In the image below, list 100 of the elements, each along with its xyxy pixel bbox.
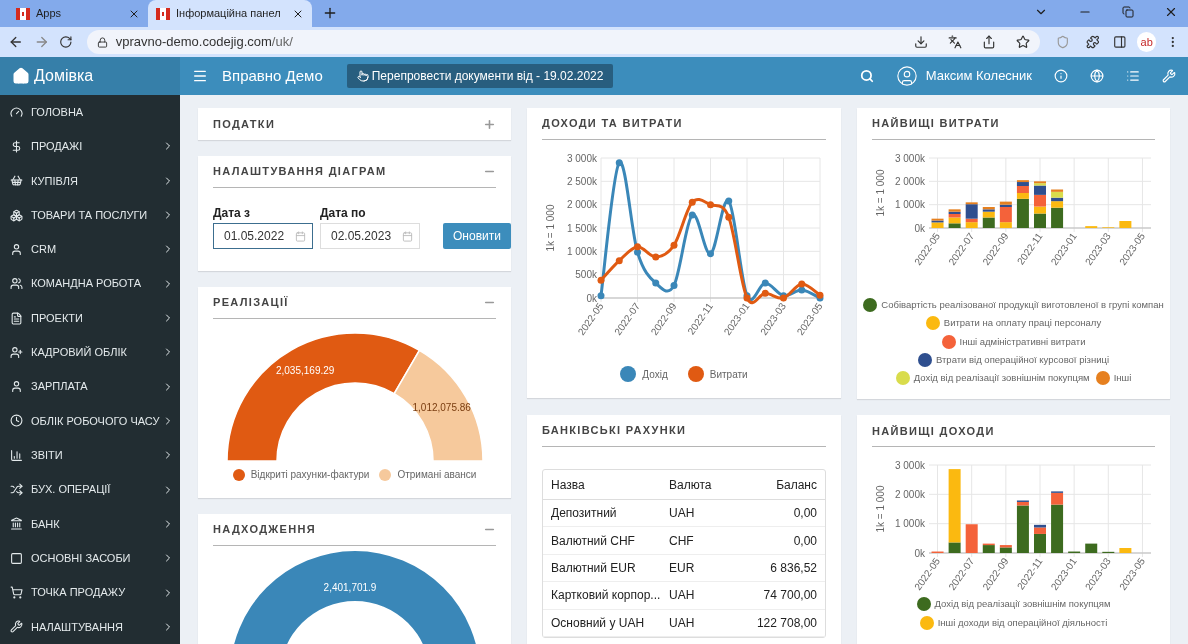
data-point bbox=[652, 279, 660, 287]
expand-icon[interactable] bbox=[483, 117, 496, 131]
axis-tick-label: 2 000k bbox=[894, 489, 925, 501]
menu-icon[interactable] bbox=[192, 68, 208, 84]
panel-title: ДОХОДИ ТА ВИТРАТИ bbox=[542, 116, 683, 132]
sidebar-item[interactable]: КУПІВЛЯ bbox=[0, 163, 180, 198]
axis-tick-label: 0k bbox=[586, 292, 597, 304]
sidebar-item[interactable]: ЗВІТИ bbox=[0, 438, 180, 473]
legend-label[interactable]: Інші адміністративні витрати bbox=[959, 334, 1086, 349]
table-cell-text: CHF bbox=[668, 532, 695, 550]
bar-chart-icon bbox=[10, 448, 23, 462]
sidebar-item[interactable]: ПРОДАЖІ bbox=[0, 129, 180, 164]
address-bar[interactable]: vpravno-demo.codejig.com/uk/ bbox=[86, 30, 1041, 54]
column-header[interactable]: Баланс bbox=[733, 475, 825, 494]
table-cell-text: 0,00 bbox=[792, 532, 818, 550]
column-header[interactable]: Валюта bbox=[663, 475, 733, 494]
profile-avatar[interactable]: ab bbox=[1136, 32, 1157, 52]
legend-label[interactable]: Відкриті рахунки-фактури bbox=[250, 467, 370, 482]
legend-label[interactable]: Дохід від реалізації зовнішнім покупцям bbox=[913, 371, 1090, 386]
axis-tick-label: 1 500k bbox=[566, 222, 597, 234]
legend-label[interactable]: Дохід від реалізації зовнішнім покупцям bbox=[934, 597, 1111, 612]
info-icon[interactable] bbox=[1054, 69, 1068, 83]
data-point bbox=[725, 197, 733, 205]
date-field[interactable]: 01.05.2022 bbox=[213, 223, 313, 249]
close-icon[interactable] bbox=[1164, 5, 1178, 19]
legend-label[interactable]: Інші bbox=[1113, 371, 1132, 386]
legend-label[interactable]: Втрати від операційної курсової різниці bbox=[936, 352, 1109, 367]
bar-segment bbox=[965, 524, 978, 554]
table-cell-text: 0,00 bbox=[792, 505, 818, 523]
brand-logo[interactable]: Домівка bbox=[0, 57, 180, 95]
sidebar-item[interactable]: ОСНОВНІ ЗАСОБИ bbox=[0, 541, 180, 576]
sidebar-item[interactable]: ТОЧКА ПРОДАЖУ bbox=[0, 575, 180, 610]
wrench-icon[interactable] bbox=[1162, 69, 1176, 83]
star-icon[interactable] bbox=[1016, 35, 1031, 49]
table-cell-text: Картковий корпор... bbox=[550, 587, 662, 605]
list-icon[interactable] bbox=[1126, 69, 1140, 83]
axis-tick-label: 3 000k bbox=[566, 152, 597, 164]
sidebar-item[interactable]: БУХ. ОПЕРАЦІЇ bbox=[0, 472, 180, 507]
date-field[interactable]: 02.05.2023 bbox=[320, 223, 420, 249]
reload-icon[interactable] bbox=[59, 35, 73, 49]
axis-tick-label: 1 000k bbox=[894, 518, 925, 530]
field-label: Дата по bbox=[320, 205, 367, 221]
boxes-icon bbox=[10, 208, 23, 222]
data-point bbox=[615, 257, 623, 265]
tab-title: Інформаційна панел bbox=[176, 6, 282, 22]
shield-icon[interactable] bbox=[1056, 35, 1070, 49]
data-point bbox=[597, 276, 605, 284]
browser-tab[interactable]: Інформаційна панел bbox=[148, 0, 312, 27]
axis-tick-label: 0k bbox=[913, 547, 925, 559]
flag-icon bbox=[156, 7, 170, 20]
dashboard-icon bbox=[10, 105, 23, 119]
bar-segment bbox=[931, 551, 944, 554]
side-panel-icon[interactable] bbox=[1113, 35, 1127, 49]
sidebar-item[interactable]: БАНК bbox=[0, 506, 180, 542]
table-cell-text: EUR bbox=[668, 559, 696, 577]
legend-label[interactable]: Інші доходи від операційної діяльності bbox=[937, 615, 1108, 630]
restore-icon[interactable] bbox=[1122, 6, 1134, 18]
user-name[interactable]: Максим Колесник bbox=[925, 66, 1032, 86]
axis-title: 1k = 1 000 bbox=[545, 204, 556, 252]
data-point bbox=[761, 279, 769, 287]
share-icon[interactable] bbox=[982, 35, 997, 49]
panel-title: РЕАЛІЗАЦІЇ bbox=[213, 295, 289, 311]
sidebar-item[interactable]: ЗАРПЛАТА bbox=[0, 369, 180, 404]
axis-tick-label: 2 500k bbox=[566, 175, 597, 187]
column-header[interactable]: Назва bbox=[543, 475, 663, 494]
globe-icon[interactable] bbox=[1090, 69, 1104, 83]
panel-title: НАЙВИЩІ ДОХОДИ bbox=[872, 423, 995, 439]
sidebar-item[interactable]: НАЛАШТУВАННЯ bbox=[0, 609, 180, 644]
sidebar-item[interactable]: ТОВАРИ ТА ПОСЛУГИ bbox=[0, 197, 180, 233]
sidebar-item[interactable]: ГОЛОВНА bbox=[0, 95, 180, 130]
user-avatar-icon[interactable] bbox=[895, 65, 918, 87]
panel-title: НАЛАШТУВАННЯ ДІАГРАМ bbox=[213, 164, 387, 180]
refresh-button[interactable]: Оновити bbox=[443, 223, 511, 249]
sidebar-item[interactable]: КОМАНДНА РОБОТА bbox=[0, 266, 180, 301]
repost-button[interactable]: Перепровести документи від - 19.02.2022 bbox=[346, 64, 614, 88]
data-point bbox=[707, 201, 714, 209]
axis-tick-label: 1 000k bbox=[894, 199, 925, 211]
data-point bbox=[670, 281, 678, 289]
lock-icon bbox=[96, 36, 108, 48]
sidebar-item[interactable]: ПРОЕКТИ bbox=[0, 300, 180, 336]
sidebar-item[interactable]: ОБЛІК РОБОЧОГО ЧАСУ bbox=[0, 403, 180, 439]
square-icon bbox=[10, 551, 23, 565]
translate-icon[interactable] bbox=[948, 35, 963, 49]
sidebar-item[interactable]: КАДРОВИЙ ОБЛІК bbox=[0, 335, 180, 370]
legend-label[interactable]: Витрати bbox=[709, 366, 748, 382]
legend-label[interactable]: Дохід bbox=[642, 366, 668, 382]
back-icon[interactable] bbox=[8, 34, 24, 50]
table-cell-text: 74 700,00 bbox=[762, 587, 818, 605]
legend-label[interactable]: Собівартість реалізованої продукції виготовленої в групі компан bbox=[881, 298, 1164, 313]
browser-tab[interactable]: Apps bbox=[8, 0, 148, 27]
legend-label[interactable]: Отримані аванси bbox=[397, 467, 477, 482]
table-cell-text: UAH bbox=[668, 587, 696, 605]
legend-label[interactable]: Витрати на оплату праці персоналу bbox=[943, 316, 1102, 331]
extensions-icon[interactable] bbox=[1085, 35, 1100, 49]
search-icon[interactable] bbox=[859, 69, 874, 83]
table-cell-text: UAH bbox=[668, 505, 696, 523]
new-tab-icon[interactable] bbox=[322, 5, 338, 21]
data-label: 2,401,701.9 bbox=[323, 582, 377, 593]
install-icon[interactable] bbox=[914, 35, 929, 49]
sidebar-item[interactable]: CRM bbox=[0, 232, 180, 267]
